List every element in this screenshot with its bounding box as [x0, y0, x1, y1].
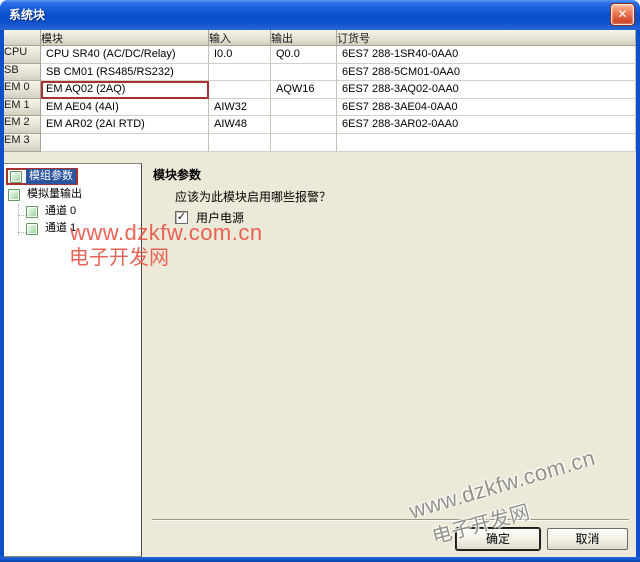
row-slot-label[interactable]: SB: [4, 64, 41, 82]
order-number-cell[interactable]: 6ES7 288-3AQ02-0AA0: [337, 81, 636, 99]
output-cell[interactable]: AQW16: [271, 81, 337, 99]
config-tree: 模组参数模拟量输出通道 0 通道 1: [4, 163, 142, 557]
header-cell-input: 输入: [209, 30, 271, 46]
tree-item[interactable]: 模组参数: [6, 168, 78, 185]
output-cell[interactable]: [271, 134, 337, 152]
dialog-title: 系统块: [9, 6, 611, 23]
tree-item-label: 模组参数: [26, 169, 76, 184]
tree-item-label: 通道 1: [42, 221, 79, 236]
button-separator: [152, 519, 629, 521]
input-cell[interactable]: AIW48: [209, 116, 271, 134]
cancel-button[interactable]: 取消: [547, 528, 628, 550]
order-number-cell[interactable]: [337, 134, 636, 152]
dialog-content: 模块输入输出订货号 CPUCPU SR40 (AC/DC/Relay)I0.0Q0…: [4, 30, 636, 557]
module-cell[interactable]: EM AR02 (2AI RTD): [41, 116, 209, 134]
row-slot-label[interactable]: CPU: [4, 46, 41, 64]
tree-item[interactable]: 通道 0: [4, 203, 141, 220]
user-power-checkbox-row[interactable]: ✓ 用户电源: [175, 209, 244, 226]
module-cell[interactable]: SB CM01 (RS485/RS232): [41, 64, 209, 82]
ok-button[interactable]: 确定: [456, 528, 540, 550]
module-cell[interactable]: CPU SR40 (AC/DC/Relay): [41, 46, 209, 64]
output-cell[interactable]: [271, 99, 337, 117]
order-number-cell[interactable]: 6ES7 288-5CM01-0AA0: [337, 64, 636, 82]
tree-node-icon: [26, 223, 38, 235]
window-bottom-border: [0, 557, 640, 562]
module-table: 模块输入输出订货号 CPUCPU SR40 (AC/DC/Relay)I0.0Q0…: [4, 30, 636, 152]
input-cell[interactable]: [209, 64, 271, 82]
header-cell-slot: [4, 30, 41, 46]
tree-item-label: 通道 0: [42, 204, 79, 219]
header-cell-output: 输出: [271, 30, 337, 46]
panel-title: 模块参数: [153, 166, 201, 183]
input-cell[interactable]: AIW32: [209, 99, 271, 117]
tree-item[interactable]: 通道 1: [4, 220, 141, 237]
order-number-cell[interactable]: 6ES7 288-1SR40-0AA0: [337, 46, 636, 64]
header-cell-order: 订货号: [337, 30, 636, 46]
row-slot-label[interactable]: EM 1: [4, 99, 41, 117]
module-cell[interactable]: [41, 134, 209, 152]
order-number-cell[interactable]: 6ES7 288-3AR02-0AA0: [337, 116, 636, 134]
output-cell[interactable]: [271, 116, 337, 134]
row-slot-label[interactable]: EM 3: [4, 134, 41, 152]
row-slot-label[interactable]: EM 2: [4, 116, 41, 134]
row-slot-label[interactable]: EM 0: [4, 81, 41, 99]
alarm-question-label: 应该为此模块启用哪些报警？: [175, 188, 331, 205]
user-power-label: 用户电源: [196, 209, 244, 226]
output-cell[interactable]: [271, 64, 337, 82]
module-cell[interactable]: EM AE04 (4AI): [41, 99, 209, 117]
close-button[interactable]: ✕: [611, 4, 634, 25]
close-icon: ✕: [617, 7, 627, 21]
tree-node-icon: [8, 189, 20, 201]
module-cell[interactable]: EM AQ02 (2AQ): [41, 81, 209, 99]
output-cell[interactable]: Q0.0: [271, 46, 337, 64]
system-block-dialog: 系统块 ✕ 模块输入输出订货号 CPUCPU SR40 (AC/DC/Relay)…: [0, 0, 640, 562]
order-number-cell[interactable]: 6ES7 288-3AE04-0AA0: [337, 99, 636, 117]
header-cell-module: 模块: [41, 30, 209, 46]
tree-node-icon: [10, 171, 22, 183]
input-cell[interactable]: I0.0: [209, 46, 271, 64]
title-bar[interactable]: 系统块 ✕: [0, 0, 640, 30]
tree-item[interactable]: 模拟量输出: [4, 186, 141, 203]
checkbox-check-icon[interactable]: ✓: [175, 211, 188, 224]
input-cell[interactable]: [209, 134, 271, 152]
tree-item-label: 模拟量输出: [24, 187, 85, 202]
input-cell[interactable]: [209, 81, 271, 99]
module-parameters-panel: 模块参数 应该为此模块启用哪些报警？ ✓ 用户电源 确定 取消: [143, 163, 636, 557]
tree-node-icon: [26, 206, 38, 218]
